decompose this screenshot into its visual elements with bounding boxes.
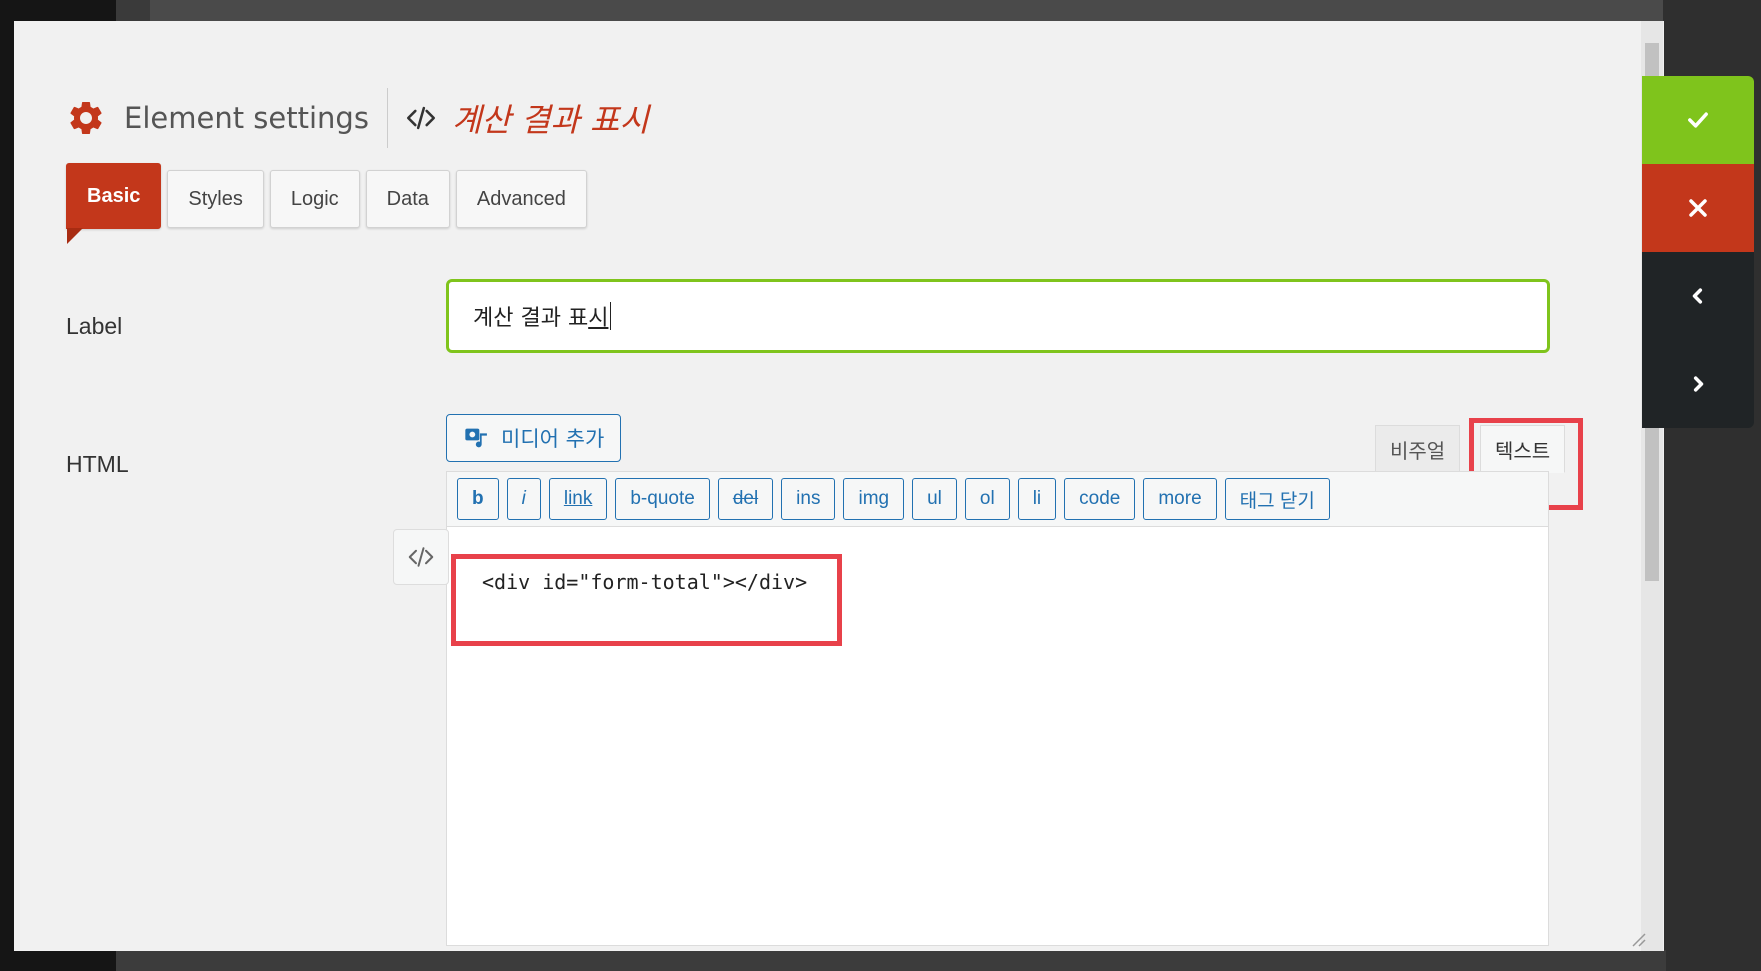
tab-basic[interactable]: Basic: [66, 163, 162, 244]
modal-title: Element settings: [124, 101, 369, 135]
tab-advanced[interactable]: Advanced: [455, 170, 587, 228]
add-media-button[interactable]: 미디어 추가: [446, 414, 622, 462]
save-button[interactable]: [1642, 76, 1754, 164]
tab-visual-mode[interactable]: 비주얼: [1375, 425, 1461, 473]
header-divider: [386, 88, 388, 148]
chevron-right-icon: [1693, 376, 1704, 392]
text-caret: [610, 302, 612, 330]
quicktag-link-button[interactable]: link: [548, 478, 608, 520]
previous-element-button[interactable]: [1642, 252, 1754, 340]
quicktag-img-button[interactable]: img: [843, 478, 905, 520]
quicktag-more-button[interactable]: more: [1143, 478, 1217, 520]
quicktag-bold-button[interactable]: b: [457, 478, 499, 520]
next-element-button[interactable]: [1642, 340, 1754, 428]
code-icon: [408, 547, 434, 567]
label-field-caption: Label: [66, 313, 123, 339]
gear-icon: [70, 101, 102, 134]
media-icon: [465, 428, 487, 448]
tab-logic[interactable]: Logic: [269, 170, 360, 228]
quicktag-li-button[interactable]: li: [1017, 478, 1057, 520]
background-bottom-strip: [116, 950, 1666, 971]
code-view-toggle-button[interactable]: [393, 529, 449, 585]
resize-handle-icon[interactable]: [1627, 928, 1647, 948]
label-input-value: 계산 결과 표: [473, 306, 589, 331]
modal-header: Element settings 계산 결과 표시: [66, 80, 649, 156]
chevron-left-icon: [1692, 288, 1703, 304]
quicktag-close-tags-button[interactable]: 태그 닫기: [1224, 478, 1330, 520]
add-media-label: 미디어 추가: [501, 427, 605, 451]
quicktag-code-button[interactable]: code: [1064, 478, 1136, 520]
background-top-strip: [150, 0, 1750, 22]
action-panel: [1642, 76, 1754, 428]
close-icon: [1689, 199, 1707, 217]
tab-styles[interactable]: Styles: [167, 170, 264, 228]
quicktags-toolbar: b i link b-quote del ins img ul ol li co…: [446, 471, 1549, 527]
settings-tabs: Basic Styles Logic Data Advanced: [66, 163, 593, 244]
html-field-caption: HTML: [66, 451, 129, 477]
element-name: 계산 결과 표시: [451, 101, 649, 139]
quicktag-ol-button[interactable]: ol: [964, 478, 1010, 520]
code-icon: [406, 106, 435, 130]
quicktag-del-button[interactable]: del: [717, 478, 774, 520]
tab-data[interactable]: Data: [365, 170, 450, 228]
label-input-composing-char: 시: [588, 306, 609, 331]
label-input[interactable]: 계산 결과 표시: [446, 279, 1550, 353]
quicktag-blockquote-button[interactable]: b-quote: [615, 478, 710, 520]
code-content-highlight-box: [451, 554, 842, 646]
check-icon: [1688, 112, 1708, 128]
quicktag-italic-button[interactable]: i: [506, 478, 541, 520]
quicktag-ul-button[interactable]: ul: [912, 478, 957, 520]
quicktag-ins-button[interactable]: ins: [781, 478, 836, 520]
cancel-button[interactable]: [1642, 164, 1754, 252]
